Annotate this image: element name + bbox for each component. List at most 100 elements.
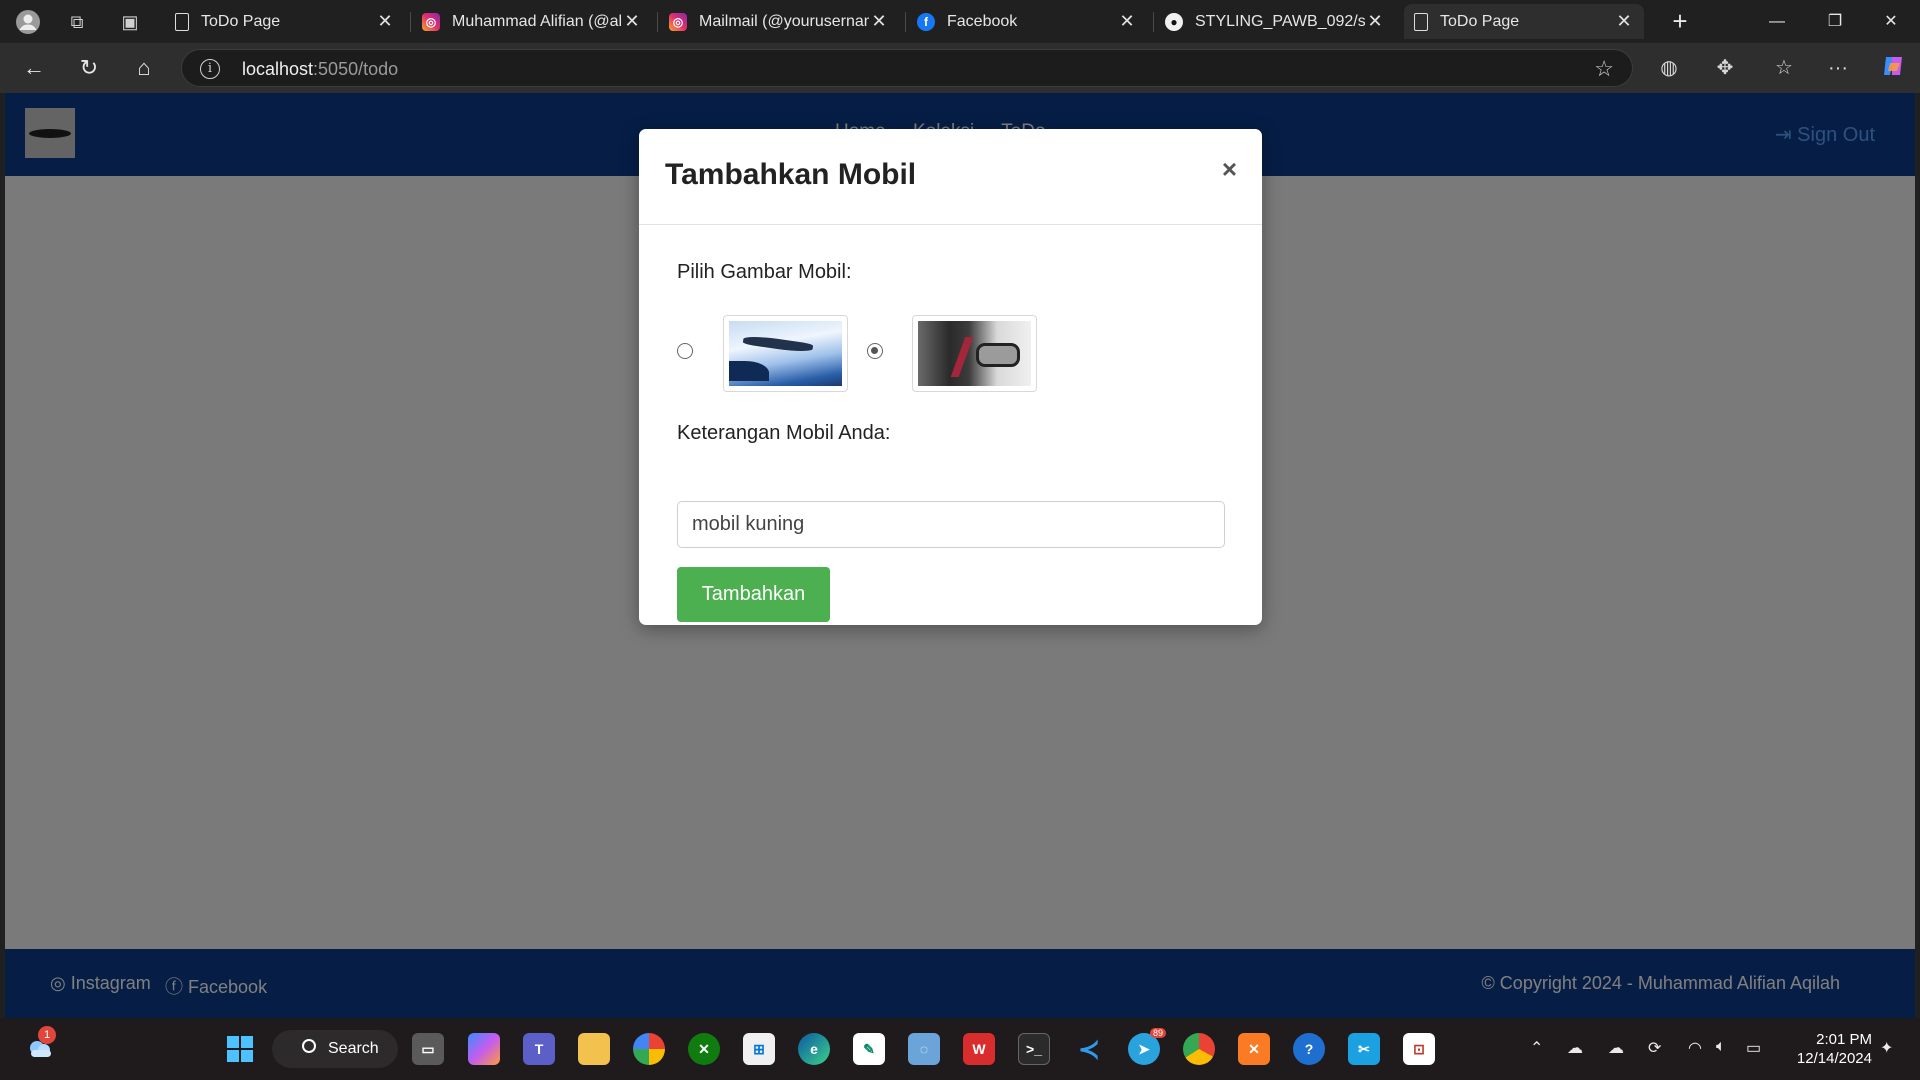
browser-essentials-icon[interactable]: ◍ [1654,53,1684,83]
tab-todo-page-1[interactable]: ToDo Page ✕ [165,4,405,39]
url-path: :5050/todo [313,59,399,79]
telegram-badge: 89 [1150,1028,1167,1038]
more-options-icon[interactable]: ··· [1823,53,1853,83]
task-view-icon[interactable]: ▭ [412,1033,444,1065]
show-hidden-icons-chevron-icon[interactable]: ⌃ [1530,1038,1543,1058]
minimize-button[interactable]: — [1748,0,1806,43]
notification-bell-icon[interactable]: ✦ [1880,1038,1893,1058]
car-description-input[interactable] [677,501,1225,548]
car-image-radio-1[interactable] [677,343,693,359]
new-tab-button[interactable]: + [1665,6,1695,36]
car-image-option-1[interactable] [723,315,848,392]
close-window-button[interactable]: ✕ [1862,0,1920,43]
tab-title: ToDo Page [1440,12,1520,30]
chrome-icon[interactable] [1183,1033,1215,1065]
photos-icon[interactable] [633,1033,665,1065]
favorite-star-icon[interactable]: ☆ [1594,56,1614,82]
copilot-icon[interactable] [1878,53,1908,83]
clock-time: 2:01 PM [1816,1031,1872,1048]
xampp-icon[interactable]: ✕ [1238,1033,1270,1065]
tab-divider [1153,12,1154,32]
taskbar-clock[interactable]: 2:01 PM 12/14/2024 [1797,1030,1872,1068]
tab-title: Facebook [947,12,1018,30]
volume-icon[interactable]: 🔈︎ [1716,1038,1726,1056]
taskbar-search[interactable]: Search [272,1030,398,1068]
page-viewport: Home Koleksi ToDo ⇥ Sign Out ToDo Koleks… [5,93,1915,1018]
tab-instagram-alifian[interactable]: ◎ Muhammad Alifian (@alifi ✕ [412,4,652,39]
address-bar[interactable]: i localhost:5050/todo ☆ [181,49,1633,87]
tab-instagram-mailmail[interactable]: ◎ Mailmail (@yourusername ✕ [659,4,899,39]
tab-title: Muhammad Alifian (@alifi [452,12,622,30]
tab-divider [410,12,411,32]
close-tab-icon[interactable]: ✕ [869,11,889,32]
file-explorer-icon[interactable] [578,1033,610,1065]
clock-date: 12/14/2024 [1796,1050,1872,1067]
add-car-modal: Tambahkan Mobil × Pilih Gambar Mobil: Ke… [639,129,1262,625]
edge-icon[interactable]: e [798,1033,830,1065]
close-tab-icon[interactable]: ✕ [622,11,642,32]
windows-start-icon[interactable] [224,1033,256,1065]
profile-icon[interactable] [14,8,42,36]
terminal-icon[interactable]: >_ [1018,1033,1050,1065]
tab-title: ToDo Page [201,12,281,30]
browser-toolbar: ← ↻ ⌂ i localhost:5050/todo ☆ ◍ ✥ ☆ ··· [0,43,1920,93]
extensions-icon[interactable]: ✥ [1710,53,1740,83]
url-text: localhost:5050/todo [242,59,398,80]
windows-taskbar: 1 Search ▭ T ✕ ⊞ e ✎ ◌ W >_ ≺ ➤ 89 ✕ ? ✂… [0,1018,1920,1080]
workspaces-icon[interactable]: ⧉ [63,8,91,36]
home-icon[interactable]: ⌂ [127,52,161,84]
vscode-icon[interactable]: ≺ [1073,1033,1105,1065]
wifi-icon[interactable]: ◠ [1688,1038,1702,1058]
teams-icon[interactable]: T [523,1033,555,1065]
page-icon [175,12,189,31]
modal-header: Tambahkan Mobil × [639,129,1262,225]
help-icon[interactable]: ? [1293,1033,1325,1065]
instagram-icon: ◎ [422,12,440,31]
close-tab-icon[interactable]: ✕ [1365,11,1385,32]
car-front-image [729,321,842,386]
close-icon[interactable]: × [1222,154,1237,185]
whiteboard-icon[interactable]: ✎ [853,1033,885,1065]
copilot-app-icon[interactable] [468,1033,500,1065]
snipping-tool-icon[interactable]: ✂ [1348,1033,1380,1065]
browser-tab-bar: ⧉ ▣ ToDo Page ✕ ◎ Muhammad Alifian (@ali… [0,0,1920,43]
image-select-label: Pilih Gambar Mobil: [677,261,852,283]
github-icon: ● [1165,12,1183,31]
site-info-icon[interactable]: i [200,59,220,79]
restore-button[interactable]: ❐ [1806,0,1864,43]
page-icon [1414,12,1428,31]
modal-title: Tambahkan Mobil [665,158,917,191]
cloud-error-icon[interactable]: ☁ [1567,1038,1583,1058]
taskbar-search-label: Search [328,1040,379,1057]
tab-title: Mailmail (@yourusername [699,12,869,30]
description-label: Keterangan Mobil Anda: [677,422,891,444]
tab-divider [657,12,658,32]
close-tab-icon[interactable]: ✕ [1117,11,1137,32]
url-host: localhost [242,59,314,79]
car-image-option-2[interactable] [912,315,1037,392]
tab-title: STYLING_PAWB_092/scree [1195,12,1365,30]
refresh-icon[interactable]: ↻ [72,52,106,84]
sync-icon[interactable]: ⟳ [1648,1038,1661,1058]
close-tab-icon[interactable]: ✕ [1614,11,1634,32]
favorites-icon[interactable]: ☆ [1769,53,1799,83]
search-icon [302,1039,316,1053]
xbox-icon[interactable]: ✕ [688,1033,720,1065]
add-car-button[interactable]: Tambahkan [677,567,830,622]
onedrive-icon[interactable]: ☁ [1608,1038,1624,1058]
tab-divider [905,12,906,32]
car-image-radio-2[interactable] [867,343,883,359]
battery-icon[interactable]: ▭ [1746,1038,1761,1058]
notification-badge: 1 [38,1026,56,1044]
car-rear-image [918,321,1031,386]
remote-desktop-icon[interactable]: ◌ [908,1033,940,1065]
tab-todo-page-active[interactable]: ToDo Page ✕ [1404,4,1644,39]
microsoft-store-icon[interactable]: ⊞ [743,1033,775,1065]
wps-office-icon[interactable]: W [963,1033,995,1065]
tab-facebook[interactable]: f Facebook ✕ [907,4,1147,39]
back-arrow-icon[interactable]: ← [17,52,51,84]
app-tool-icon[interactable]: ⊡ [1403,1033,1435,1065]
tab-github[interactable]: ● STYLING_PAWB_092/scree ✕ [1155,4,1395,39]
close-tab-icon[interactable]: ✕ [375,11,395,32]
vertical-tabs-icon[interactable]: ▣ [116,8,144,36]
